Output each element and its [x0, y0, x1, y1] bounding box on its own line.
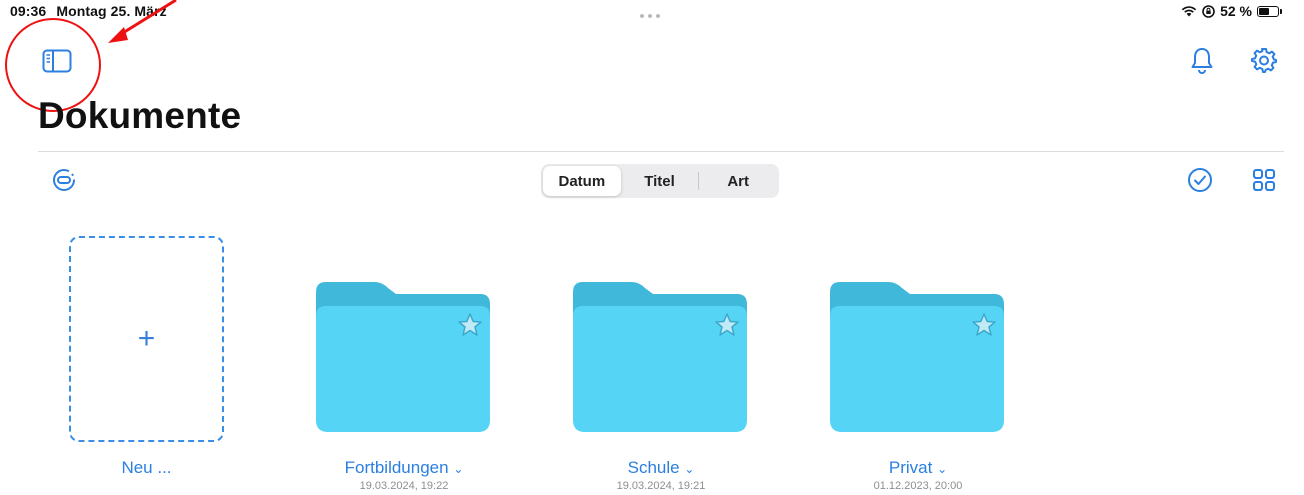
filter-button[interactable] — [51, 167, 77, 193]
folder-icon — [830, 282, 1004, 432]
chevron-down-icon: ⌄ — [684, 462, 695, 476]
annotation-arrow — [108, 0, 177, 43]
settings-button[interactable] — [1249, 45, 1279, 75]
battery-percent: 52 % — [1220, 3, 1252, 19]
plus-icon: + — [137, 322, 156, 355]
grid-icon — [1253, 169, 1275, 191]
sidebar-icon — [42, 49, 72, 73]
folder-icon — [573, 282, 747, 432]
folder-fortbildungen[interactable] — [316, 280, 492, 439]
folder-icon — [316, 282, 490, 432]
folder-date: 01.12.2023, 20:00 — [873, 480, 963, 492]
status-bar-indicators: 52 % — [1181, 3, 1282, 19]
folder-schule[interactable] — [573, 280, 749, 439]
bell-icon — [1191, 48, 1213, 74]
page-title: Dokumente — [38, 95, 242, 136]
folder-privat[interactable] — [830, 280, 1006, 439]
filter-icon — [53, 169, 75, 191]
sort-segmented-control: Datum Titel Art — [541, 164, 779, 198]
grid-view-button[interactable] — [1250, 166, 1278, 194]
new-document-tile[interactable]: + — [69, 236, 224, 442]
folder-caption-schule[interactable]: Schule ⌄ 19.03.2024, 19:21 — [573, 458, 749, 492]
folder-name: Schule — [627, 458, 680, 477]
folder-caption-fortbildungen[interactable]: Fortbildungen ⌄ 19.03.2024, 19:22 — [316, 458, 492, 492]
orientation-lock-icon — [1202, 4, 1215, 18]
header-divider — [38, 151, 1284, 152]
status-time: 09:36 — [10, 3, 47, 19]
sidebar-toggle-button[interactable] — [40, 46, 74, 76]
battery-icon — [1257, 5, 1279, 17]
sort-tab-art[interactable]: Art — [699, 166, 777, 196]
folder-date: 19.03.2024, 19:22 — [359, 480, 449, 492]
notifications-button[interactable] — [1187, 45, 1217, 75]
checkmark-circle-icon — [1188, 168, 1212, 192]
folder-name: Privat — [888, 458, 933, 477]
folder-date: 19.03.2024, 19:21 — [616, 480, 706, 492]
select-button[interactable] — [1186, 166, 1214, 194]
chevron-down-icon: ⌄ — [937, 462, 948, 476]
new-document-label[interactable]: Neu ... — [69, 458, 224, 478]
folder-caption-privat[interactable]: Privat ⌄ 01.12.2023, 20:00 — [830, 458, 1006, 492]
wifi-icon — [1181, 6, 1197, 17]
sort-tab-datum[interactable]: Datum — [543, 166, 621, 196]
multitasking-dots[interactable] — [640, 14, 660, 18]
sort-tab-titel[interactable]: Titel — [621, 166, 699, 196]
gear-icon — [1251, 48, 1277, 73]
chevron-down-icon: ⌄ — [453, 462, 464, 476]
folder-name: Fortbildungen — [344, 458, 449, 477]
